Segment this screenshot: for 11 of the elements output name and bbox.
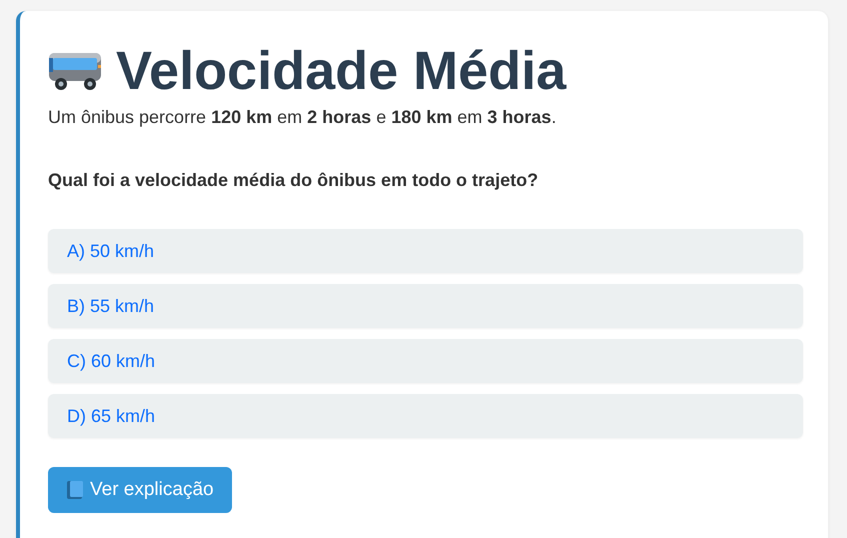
title: Velocidade Média xyxy=(116,41,566,101)
answer-option[interactable]: A) 50 km/h xyxy=(48,229,803,273)
book-icon xyxy=(66,480,84,500)
explanation-button[interactable]: Ver explicação xyxy=(48,467,232,513)
answer-option[interactable]: D) 65 km/h xyxy=(48,394,803,438)
question-text: Qual foi a velocidade média do ônibus em todo o trajeto? xyxy=(48,170,540,191)
problem-statement: Um ônibus percorre 120 km em 2 horas e 180 km em 3 horas. xyxy=(48,107,558,128)
button-label: Ver explicação xyxy=(90,479,214,501)
answer-option[interactable]: C) 60 km/h xyxy=(48,339,803,383)
bus-icon xyxy=(48,51,102,91)
answer-option[interactable]: B) 55 km/h xyxy=(48,284,803,328)
